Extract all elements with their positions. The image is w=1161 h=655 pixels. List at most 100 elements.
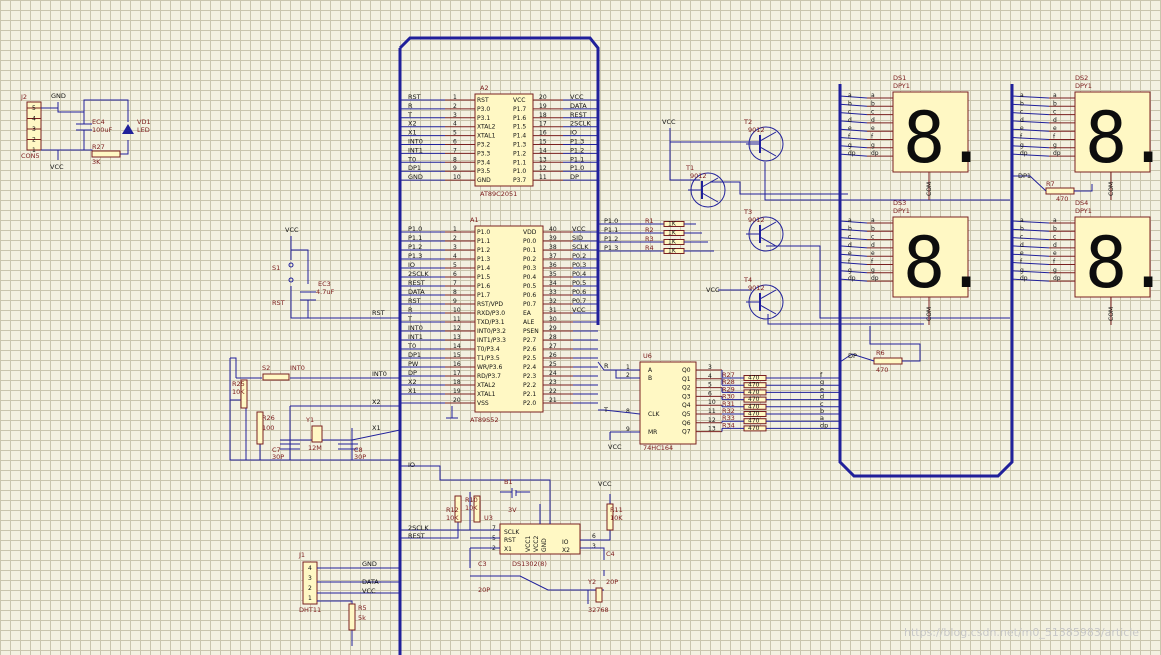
- pin-name: ALE: [523, 319, 534, 326]
- svg-text:DP1: DP1: [1018, 172, 1031, 180]
- net-label: RST: [408, 93, 421, 101]
- pin-name: RST: [477, 97, 489, 104]
- pin-number: 23: [549, 379, 557, 386]
- display-common: COM: [926, 307, 933, 321]
- svg-text:LED: LED: [137, 126, 150, 134]
- pin-name: P1.7: [477, 292, 490, 299]
- svg-text:C3: C3: [478, 560, 487, 568]
- pin-number: 11: [708, 408, 716, 415]
- net-label: PW: [408, 360, 419, 368]
- svg-text:VCC1: VCC1: [525, 536, 532, 552]
- svg-text:GND: GND: [541, 538, 548, 552]
- net-label: INT1: [408, 146, 423, 154]
- svg-text:IO: IO: [408, 461, 415, 469]
- svg-text:INT0: INT0: [290, 364, 305, 372]
- pin-name: XTAL1: [477, 133, 496, 140]
- pin-number: 6: [453, 271, 457, 278]
- pin-name: P0.3: [523, 265, 536, 272]
- svg-text:100: 100: [262, 424, 274, 432]
- pin-number: 19: [539, 103, 547, 110]
- pin-name: P1.0: [477, 229, 490, 236]
- net-label: DP1: [408, 351, 421, 359]
- pin-name: Q2: [682, 385, 691, 392]
- svg-text:J1: J1: [298, 551, 305, 559]
- resistor-value: 1K: [668, 239, 677, 246]
- pin-name: P2.4: [523, 364, 536, 371]
- pin-number: 5: [453, 262, 457, 269]
- pin-name: P2.6: [523, 346, 536, 353]
- pin-number: 3: [308, 575, 312, 582]
- pin-number: 15: [453, 352, 461, 359]
- net-label: T: [407, 111, 412, 119]
- pin-number: 32: [549, 298, 557, 305]
- pin-number: 37: [549, 253, 557, 260]
- pin-name: P2.0: [523, 400, 536, 407]
- net-label: P1.0: [604, 217, 618, 225]
- svg-text:A2: A2: [480, 84, 489, 92]
- svg-text:T: T: [603, 406, 608, 414]
- pin-number: 7: [453, 280, 457, 287]
- svg-text:X1: X1: [504, 546, 512, 553]
- pin-number: 3: [708, 364, 712, 371]
- net-label: X2: [408, 378, 417, 386]
- pin-number: 1: [32, 147, 36, 154]
- pin-name: Q0: [682, 367, 691, 374]
- pin-name: P0.5: [523, 283, 536, 290]
- pin-number: 8: [453, 289, 457, 296]
- pin-name: Q7: [682, 429, 691, 436]
- svg-text:R: R: [604, 362, 609, 370]
- pin-number: 38: [549, 244, 557, 251]
- pin-name: P3.4: [477, 159, 490, 166]
- svg-text:R5: R5: [358, 604, 367, 612]
- pin-name: TXD/P3.1: [476, 319, 505, 326]
- net-label: INT0: [408, 138, 423, 146]
- pin-number: 5: [708, 382, 712, 389]
- pin-name: d: [848, 117, 852, 124]
- svg-text:VCC: VCC: [598, 480, 612, 488]
- pin-name: RXD/P3.0: [477, 310, 505, 317]
- pin-name: d: [1020, 117, 1024, 124]
- pin-name: P1.1: [477, 238, 490, 245]
- power-connector-j2: J2 CON5 5 4 3 2 1 GND VCC EC4 100uF R27 3K V…: [20, 92, 151, 171]
- resistor-value: 470: [748, 403, 760, 410]
- display-ref: DS4: [1075, 199, 1088, 207]
- pin-name: P1.2: [513, 150, 526, 157]
- pin-number: 29: [549, 325, 557, 332]
- pin-number: 3: [32, 126, 36, 133]
- pin-name: g: [848, 142, 852, 149]
- pin-number: 6: [708, 390, 712, 397]
- pin-name: T1/P3.5: [476, 355, 500, 362]
- pin-number: 24: [549, 370, 557, 377]
- svg-text:3: 3: [592, 543, 596, 550]
- net-label: DP1: [408, 164, 421, 172]
- pin-number: 2: [453, 235, 457, 242]
- resistor-value: 1K: [668, 230, 677, 237]
- pin-number: 4: [32, 116, 36, 123]
- resistor-value: 470: [748, 425, 760, 432]
- svg-text:10K: 10K: [610, 514, 623, 522]
- svg-text:5k: 5k: [358, 614, 366, 622]
- pin-name: CLK: [648, 411, 661, 418]
- resistor-label: R2: [645, 226, 654, 234]
- pin-number: 1: [308, 595, 312, 602]
- pin-name: VSS: [477, 400, 489, 407]
- net-label: P0.3: [572, 261, 586, 269]
- svg-text:DS1302(8): DS1302(8): [512, 560, 547, 568]
- pin-name: P2.3: [523, 373, 536, 380]
- pin-number: 13: [708, 426, 716, 433]
- net-label: SID: [572, 234, 583, 242]
- pin-number: 25: [549, 361, 557, 368]
- svg-text:Y1: Y1: [305, 416, 314, 424]
- svg-text:DATA: DATA: [362, 578, 379, 586]
- display-common: COM: [926, 182, 933, 196]
- svg-text:10K: 10K: [465, 504, 478, 512]
- pin-name: d: [1053, 242, 1057, 249]
- transistor-part: 9012: [748, 126, 765, 134]
- svg-text:RST: RST: [372, 309, 385, 317]
- svg-text:X1: X1: [372, 424, 381, 432]
- pin-name: INT0/P3.2: [477, 328, 506, 335]
- pin-name: VDD: [523, 229, 537, 236]
- shift-register-74hc164: U6 74HC164 A1B2CLK8MR9Q0 3Q1 4Q2 5Q3 6Q4 10Q5…: [597, 352, 840, 452]
- net-label: X2: [408, 120, 417, 128]
- pin-number: 11: [453, 316, 461, 323]
